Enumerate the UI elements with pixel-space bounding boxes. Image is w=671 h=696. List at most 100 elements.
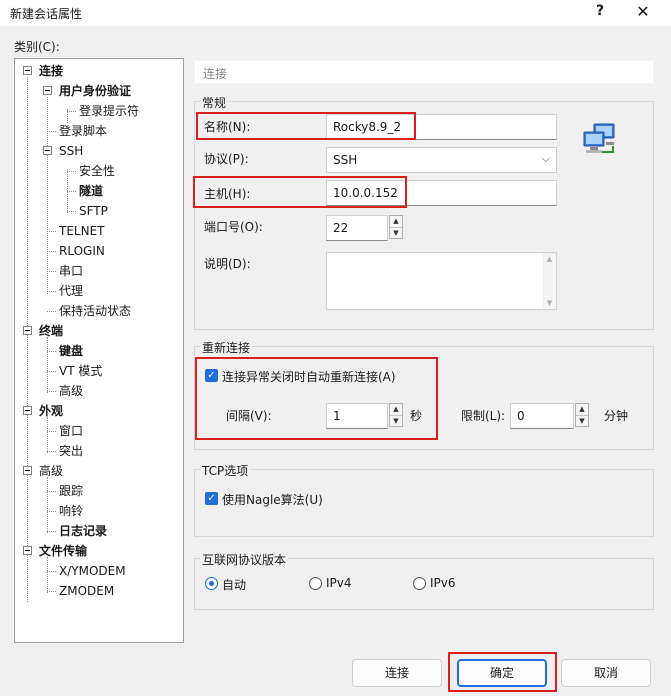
tree-item-file-transfer[interactable]: 文件传输 bbox=[39, 541, 87, 561]
cancel-button[interactable]: 取消 bbox=[561, 659, 651, 687]
close-button[interactable]: ✕ bbox=[632, 2, 654, 24]
tree-item-serial[interactable]: 串口 bbox=[59, 261, 83, 281]
limit-label: 限制(L): bbox=[461, 409, 506, 423]
window-title: 新建会话属性 bbox=[10, 7, 83, 21]
interval-stepper[interactable]: ▲ ▼ bbox=[389, 403, 403, 427]
ip-version-group-title: 互联网协议版本 bbox=[200, 551, 289, 568]
collapse-icon[interactable] bbox=[23, 546, 32, 555]
tree-line bbox=[47, 371, 56, 372]
scroll-up-icon[interactable]: ▲ bbox=[543, 253, 556, 265]
ipv4-radio[interactable] bbox=[309, 577, 322, 590]
tree-line bbox=[27, 77, 28, 602]
spin-up-icon[interactable]: ▲ bbox=[390, 404, 402, 415]
scroll-down-icon[interactable]: ▼ bbox=[543, 297, 556, 309]
general-group-title: 常规 bbox=[200, 94, 229, 111]
tree-item-telnet[interactable]: TELNET bbox=[59, 221, 105, 241]
connect-button[interactable]: 连接 bbox=[352, 659, 442, 687]
tree-line bbox=[47, 231, 56, 232]
tree-item-logging[interactable]: 日志记录 bbox=[59, 521, 107, 541]
tree-item-terminal-advanced[interactable]: 高级 bbox=[59, 381, 83, 401]
tree-line bbox=[47, 311, 56, 312]
tree-line bbox=[47, 391, 56, 392]
breadcrumb: 连接 bbox=[194, 60, 654, 84]
tree-item-xymodem[interactable]: X/YMODEM bbox=[59, 561, 126, 581]
tree-item-appearance[interactable]: 外观 bbox=[39, 401, 63, 421]
tree-item-advanced[interactable]: 高级 bbox=[39, 461, 63, 481]
tree-item-keep-alive[interactable]: 保持活动状态 bbox=[59, 301, 131, 321]
tree-line bbox=[47, 531, 56, 532]
ip-auto-radio[interactable] bbox=[205, 577, 218, 590]
name-label: 名称(N): bbox=[204, 120, 251, 134]
collapse-icon[interactable] bbox=[43, 86, 52, 95]
limit-input[interactable]: 0 bbox=[510, 403, 574, 429]
protocol-select[interactable]: SSH ⌵ bbox=[326, 147, 557, 173]
tree-item-proxy[interactable]: 代理 bbox=[59, 281, 83, 301]
tree-item-tunneling[interactable]: 隧道 bbox=[79, 181, 103, 201]
tree-line bbox=[47, 431, 56, 432]
tree-item-bell[interactable]: 响铃 bbox=[59, 501, 83, 521]
collapse-icon[interactable] bbox=[23, 66, 32, 75]
ok-button[interactable]: 确定 bbox=[457, 659, 547, 687]
tree-item-vt-mode[interactable]: VT 模式 bbox=[59, 361, 102, 381]
tree-item-connection[interactable]: 连接 bbox=[39, 61, 63, 81]
host-label: 主机(H): bbox=[204, 187, 251, 201]
tree-line bbox=[47, 337, 48, 393]
collapse-icon[interactable] bbox=[23, 406, 32, 415]
tree-item-login-prompts[interactable]: 登录提示符 bbox=[79, 101, 139, 121]
spin-down-icon[interactable]: ▼ bbox=[390, 415, 402, 426]
tree-item-highlight[interactable]: 突出 bbox=[59, 441, 83, 461]
tree-line bbox=[67, 211, 76, 212]
help-button[interactable]: ? bbox=[590, 3, 610, 23]
tree-line bbox=[47, 251, 56, 252]
description-textarea[interactable] bbox=[326, 252, 557, 310]
limit-unit: 分钟 bbox=[604, 409, 629, 423]
tree-line bbox=[47, 131, 56, 132]
tree-item-zmodem[interactable]: ZMODEM bbox=[59, 581, 114, 601]
tree-item-rlogin[interactable]: RLOGIN bbox=[59, 241, 105, 261]
tree-line bbox=[67, 171, 76, 172]
collapse-icon[interactable] bbox=[23, 466, 32, 475]
nagle-label[interactable]: 使用Nagle算法(U) bbox=[222, 491, 323, 508]
tree-line bbox=[47, 557, 48, 593]
spin-down-icon[interactable]: ▼ bbox=[390, 227, 402, 238]
tree-line bbox=[67, 191, 76, 192]
tree-item-ssh[interactable]: SSH bbox=[59, 141, 83, 161]
category-tree[interactable]: 连接 用户身份验证 登录提示符 登录脚本 SSH 安全性 隧道 SFTP TEL… bbox=[14, 58, 184, 643]
tree-item-window[interactable]: 窗口 bbox=[59, 421, 83, 441]
limit-stepper[interactable]: ▲ ▼ bbox=[575, 403, 589, 427]
collapse-icon[interactable] bbox=[23, 326, 32, 335]
tree-line bbox=[47, 271, 56, 272]
ipv6-label[interactable]: IPv6 bbox=[430, 576, 456, 590]
port-input[interactable]: 22 bbox=[326, 215, 388, 241]
nagle-checkbox[interactable]: ✓ bbox=[205, 492, 218, 505]
description-scrollbar[interactable]: ▲ ▼ bbox=[543, 253, 556, 309]
tree-item-keyboard[interactable]: 键盘 bbox=[59, 341, 83, 361]
spin-up-icon[interactable]: ▲ bbox=[576, 404, 588, 415]
ip-auto-label[interactable]: 自动 bbox=[222, 576, 246, 593]
interval-input[interactable]: 1 bbox=[326, 403, 388, 429]
tree-item-security[interactable]: 安全性 bbox=[79, 161, 115, 181]
port-stepper[interactable]: ▲ ▼ bbox=[389, 215, 403, 239]
auto-reconnect-checkbox[interactable]: ✓ bbox=[205, 369, 218, 382]
ipv4-label[interactable]: IPv4 bbox=[326, 576, 352, 590]
ipv6-radio[interactable] bbox=[413, 577, 426, 590]
protocol-value: SSH bbox=[333, 153, 358, 167]
tree-line bbox=[47, 451, 56, 452]
tree-line bbox=[47, 351, 56, 352]
spin-up-icon[interactable]: ▲ bbox=[390, 216, 402, 227]
tree-item-terminal[interactable]: 终端 bbox=[39, 321, 63, 341]
name-input[interactable]: Rocky8.9_2 bbox=[326, 114, 557, 140]
tree-item-trace[interactable]: 跟踪 bbox=[59, 481, 83, 501]
auto-reconnect-label[interactable]: 连接异常关闭时自动重新连接(A) bbox=[222, 368, 396, 385]
host-input[interactable]: 10.0.0.152 bbox=[326, 180, 557, 206]
reconnect-group-title: 重新连接 bbox=[200, 339, 253, 356]
category-label: 类别(C): bbox=[14, 40, 60, 54]
tree-item-auth[interactable]: 用户身份验证 bbox=[59, 81, 131, 101]
tree-line bbox=[67, 111, 76, 112]
tree-line bbox=[47, 417, 48, 453]
tree-item-sftp[interactable]: SFTP bbox=[79, 201, 108, 221]
spin-down-icon[interactable]: ▼ bbox=[576, 415, 588, 426]
collapse-icon[interactable] bbox=[43, 146, 52, 155]
tree-item-login-script[interactable]: 登录脚本 bbox=[59, 121, 107, 141]
session-computers-icon bbox=[580, 122, 620, 158]
